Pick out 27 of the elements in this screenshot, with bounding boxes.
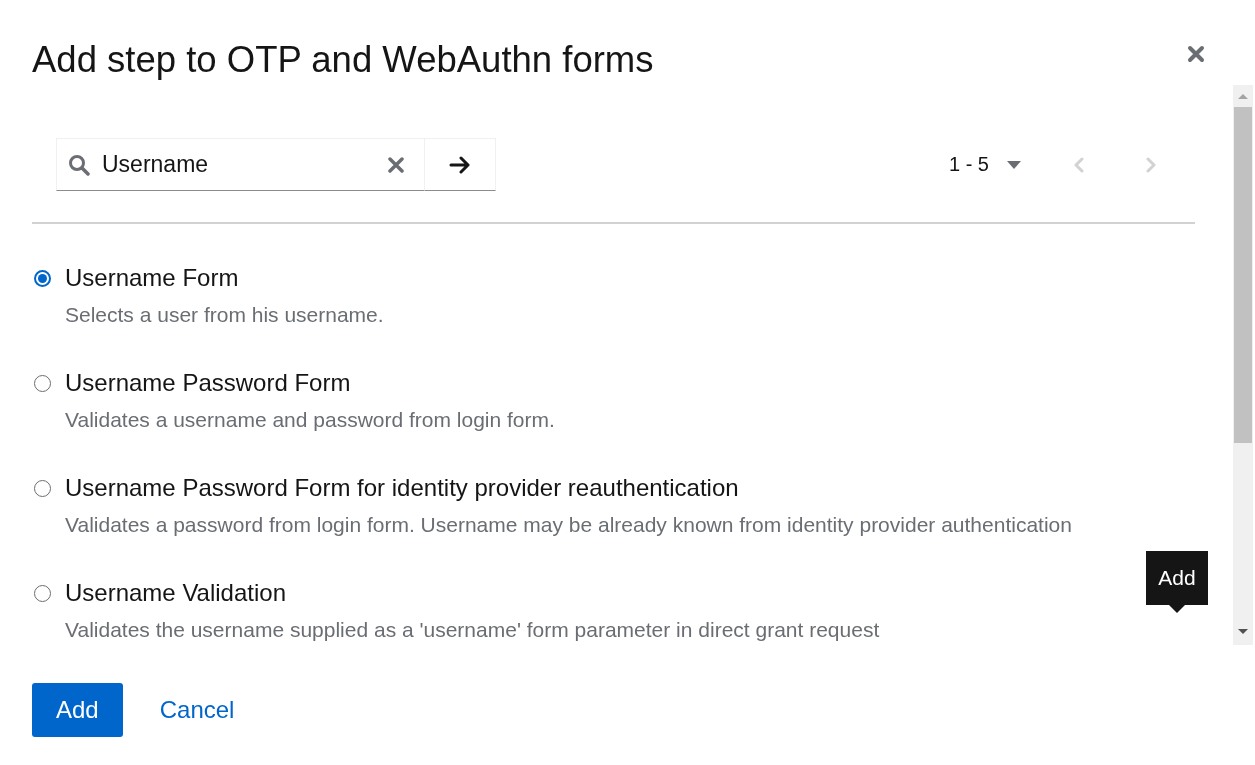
option-label[interactable]: Username Password Form <box>65 369 351 397</box>
option-label[interactable]: Username Validation <box>65 579 286 607</box>
scrollbar[interactable] <box>1233 85 1253 645</box>
search-field[interactable]: Username <box>56 138 425 191</box>
option-description: Validates a password from login form. Username may be already known from identity provider authentication <box>65 512 1072 537</box>
radio-button[interactable] <box>34 374 51 392</box>
radio-button[interactable] <box>34 584 51 602</box>
option-label[interactable]: Username Form <box>65 264 239 292</box>
option-label[interactable]: Username Password Form for identity provider reauthentication <box>65 474 739 502</box>
chevron-left-icon <box>1074 156 1084 173</box>
pagination-toggle[interactable]: 1 - 5 <box>942 144 1027 185</box>
dialog-title: Add step to OTP and WebAuthn forms <box>32 37 654 82</box>
chevron-right-icon <box>1146 156 1156 173</box>
search-arrow-button[interactable] <box>425 138 496 191</box>
arrow-right-icon <box>449 155 471 174</box>
search-input[interactable]: Username <box>102 149 376 180</box>
radio-button[interactable] <box>34 479 51 497</box>
tooltip: Add <box>1146 551 1208 613</box>
radio-button[interactable] <box>34 269 51 287</box>
option-description: Selects a user from his username. <box>65 302 384 327</box>
cancel-link[interactable]: Cancel <box>138 683 256 737</box>
clear-icon[interactable] <box>388 156 404 173</box>
search-icon <box>68 153 90 176</box>
option-description: Validates the username supplied as a 'username' form parameter in direct grant request <box>65 617 880 642</box>
caret-down-icon <box>1007 160 1021 169</box>
option-description: Validates a username and password from login form. <box>65 407 555 432</box>
add-button[interactable]: Add <box>32 683 123 737</box>
